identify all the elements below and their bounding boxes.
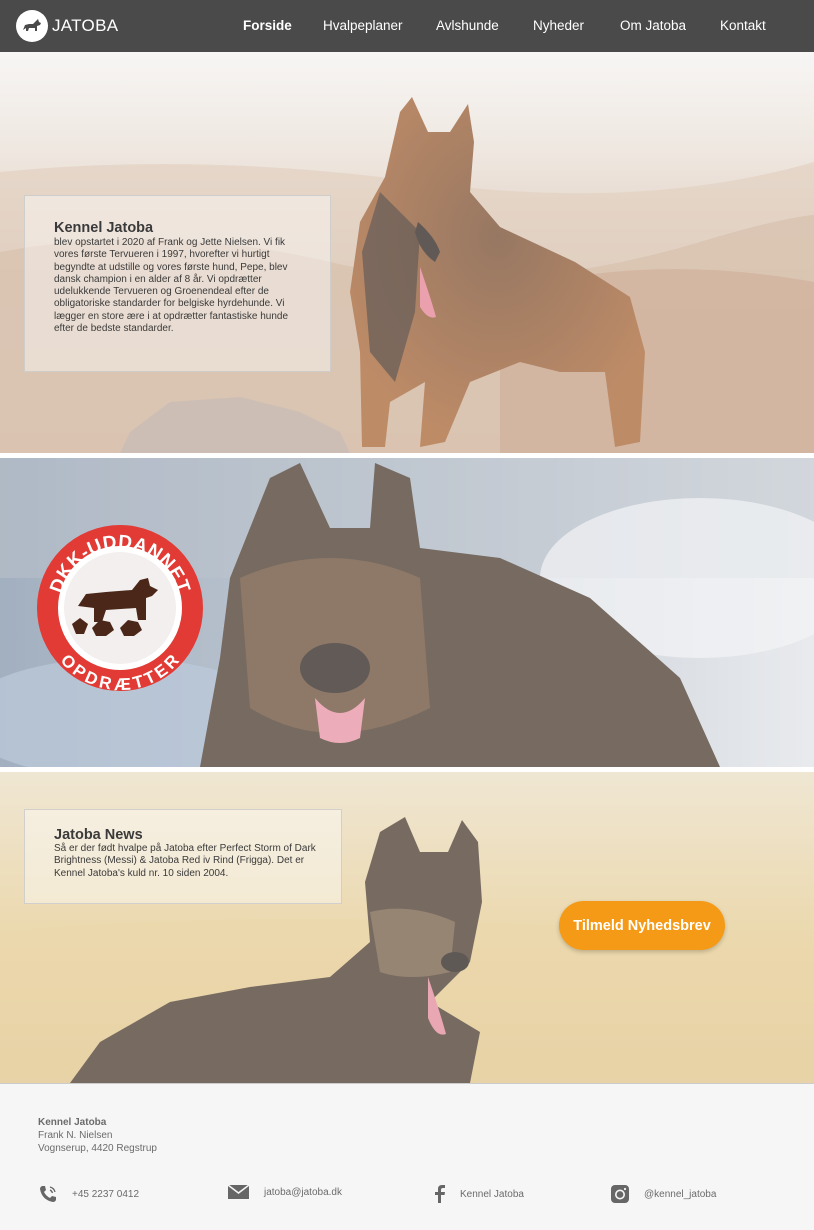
nav-hvalpeplaner[interactable]: Hvalpeplaner: [323, 18, 403, 33]
footer-kennel-name: Kennel Jatoba: [38, 1117, 107, 1128]
nav-kontakt[interactable]: Kontakt: [720, 18, 766, 33]
nav-nyheder[interactable]: Nyheder: [533, 18, 584, 33]
hero-badge-section: DKK-UDDANNET OPDRÆTTER: [0, 458, 814, 767]
facebook-icon: [435, 1185, 445, 1203]
footer-instagram-text: @kennel_jatoba: [644, 1188, 717, 1200]
footer-phone-text: +45 2237 0412: [72, 1188, 140, 1200]
envelope-icon: [228, 1184, 250, 1199]
news-title: Jatoba News: [54, 827, 143, 843]
dkk-badge: DKK-UDDANNET OPDRÆTTER: [37, 525, 203, 692]
intro-card: Kennel Jatoba blev opstartet i 2020 af F…: [24, 195, 331, 372]
news-card: Jatoba News Så er der født hvalpe på Jat…: [24, 809, 342, 904]
instagram-icon: [611, 1185, 629, 1203]
nav-forside[interactable]: Forside: [243, 18, 292, 33]
nav-avlshunde[interactable]: Avlshunde: [436, 18, 499, 33]
nav-om-jatoba[interactable]: Om Jatoba: [620, 18, 686, 33]
top-navbar: JATOBA Forside Hvalpeplaner Avlshunde Ny…: [0, 0, 814, 52]
newsletter-signup-button[interactable]: Tilmeld Nyhedsbrev: [559, 901, 725, 950]
footer-instagram[interactable]: @kennel_jatoba: [610, 1184, 716, 1204]
intro-text: blev opstartet i 2020 af Frank og Jette …: [54, 237, 289, 335]
footer-owner: Frank N. Nielsen: [38, 1130, 113, 1141]
intro-title: Kennel Jatoba: [54, 220, 154, 236]
footer-facebook-text: Kennel Jatoba: [460, 1188, 524, 1200]
footer-email-text: jatoba@jatoba.dk: [264, 1186, 342, 1198]
footer-email[interactable]: jatoba@jatoba.dk: [228, 1184, 342, 1200]
footer-facebook[interactable]: Kennel Jatoba: [434, 1184, 524, 1204]
phone-icon: [40, 1186, 56, 1202]
hero-intro-section: Kennel Jatoba blev opstartet i 2020 af F…: [0, 52, 814, 453]
footer-address: Vognserup, 4420 Regstrup: [38, 1143, 157, 1154]
dog-logo-icon[interactable]: [16, 10, 48, 42]
footer: Kennel Jatoba Frank N. Nielsen Vognserup…: [0, 1083, 814, 1230]
brand-name[interactable]: JATOBA: [52, 16, 118, 36]
news-text: Så er der født hvalpe på Jatoba efter Pe…: [54, 843, 316, 879]
footer-phone[interactable]: +45 2237 0412: [38, 1184, 139, 1204]
